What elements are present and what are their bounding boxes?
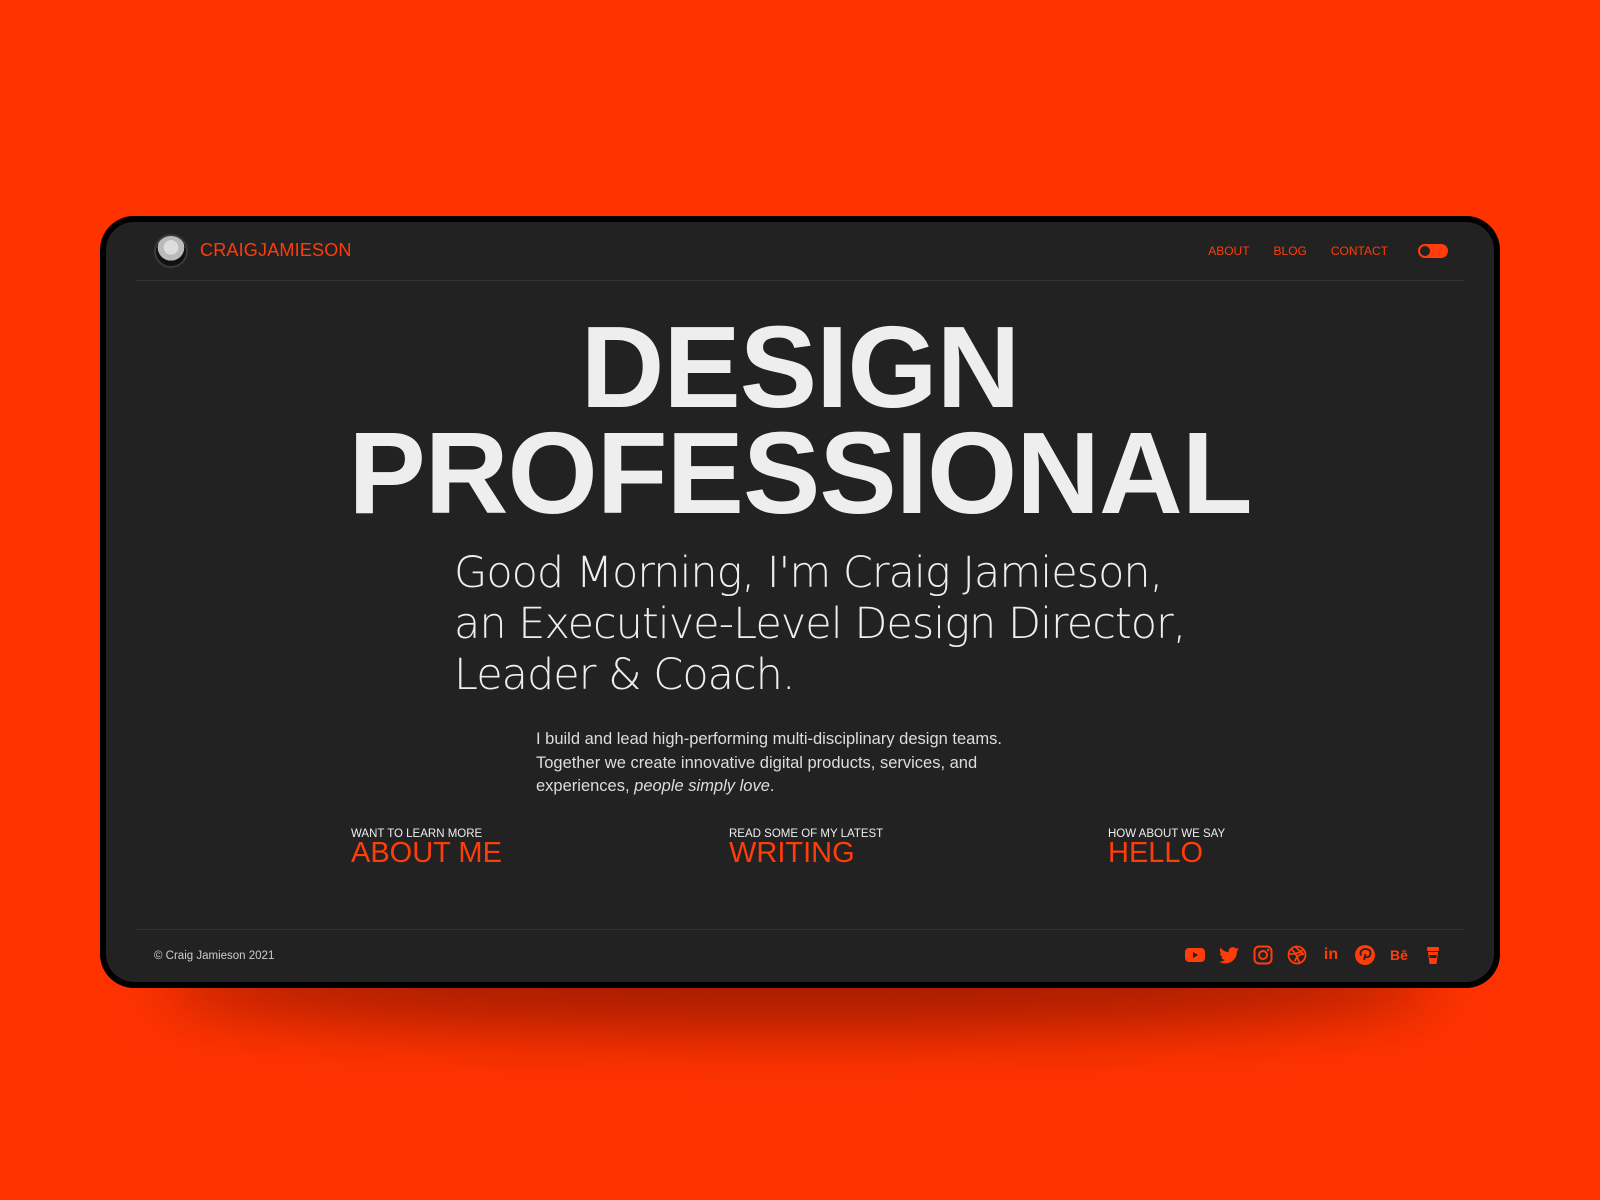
hero-title: DESIGN PROFESSIONAL (106, 302, 1494, 538)
dribbble-icon[interactable] (1286, 944, 1308, 966)
device-frame: CRAIGJAMIESON ABOUT BLOG CONTACT DESIGN P… (100, 216, 1500, 988)
about-me-link[interactable]: ABOUT ME (351, 839, 502, 868)
cta-hello: HOW ABOUT WE SAY HELLO (1108, 828, 1225, 868)
copyright: © Craig Jamieson 2021 (154, 950, 275, 962)
instagram-icon[interactable] (1252, 944, 1274, 966)
website-screen: CRAIGJAMIESON ABOUT BLOG CONTACT DESIGN P… (106, 222, 1494, 982)
nav-about[interactable]: ABOUT (1208, 244, 1249, 258)
hero-line-1: DESIGN (580, 302, 1021, 432)
writing-link[interactable]: WRITING (729, 839, 883, 868)
cta-about: WANT TO LEARN MORE ABOUT ME (351, 828, 502, 868)
footer-divider (136, 929, 1464, 930)
hello-link[interactable]: HELLO (1108, 839, 1225, 868)
toggle-knob (1420, 246, 1430, 256)
hero-line-2: PROFESSIONAL (348, 408, 1252, 538)
intro-line: Leader & Coach. (454, 650, 796, 700)
coffee-cup-icon[interactable] (1422, 944, 1444, 966)
avatar[interactable] (154, 234, 188, 268)
header-divider (136, 280, 1464, 281)
behance-icon[interactable]: Bē (1388, 944, 1410, 966)
twitter-icon[interactable] (1218, 944, 1240, 966)
brand-logo[interactable]: CRAIGJAMIESON (200, 240, 352, 261)
theme-toggle[interactable] (1418, 244, 1448, 258)
intro-text: Good Morning, I'm Craig Jamieson, an Exe… (454, 548, 1186, 701)
intro-line: an Executive-Level Design Director, (454, 599, 1186, 649)
linkedin-icon[interactable]: in (1320, 944, 1342, 966)
bio-paragraph: I build and lead high-performing multi-d… (536, 728, 1056, 799)
main-nav: ABOUT BLOG CONTACT (1208, 244, 1388, 258)
brand-first: CRAIG (200, 240, 259, 260)
nav-contact[interactable]: CONTACT (1331, 244, 1388, 258)
intro-line: Good Morning, I'm Craig Jamieson, (454, 548, 1163, 598)
social-links: in Bē (1184, 944, 1444, 966)
youtube-icon[interactable] (1184, 944, 1206, 966)
bio-end: . (769, 777, 775, 795)
brand-last: JAMIESON (258, 240, 352, 260)
nav-blog[interactable]: BLOG (1274, 244, 1307, 258)
pinterest-icon[interactable] (1354, 944, 1376, 966)
cta-writing: READ SOME OF MY LATEST WRITING (729, 828, 883, 868)
bio-emphasis: people simply love (634, 777, 770, 795)
